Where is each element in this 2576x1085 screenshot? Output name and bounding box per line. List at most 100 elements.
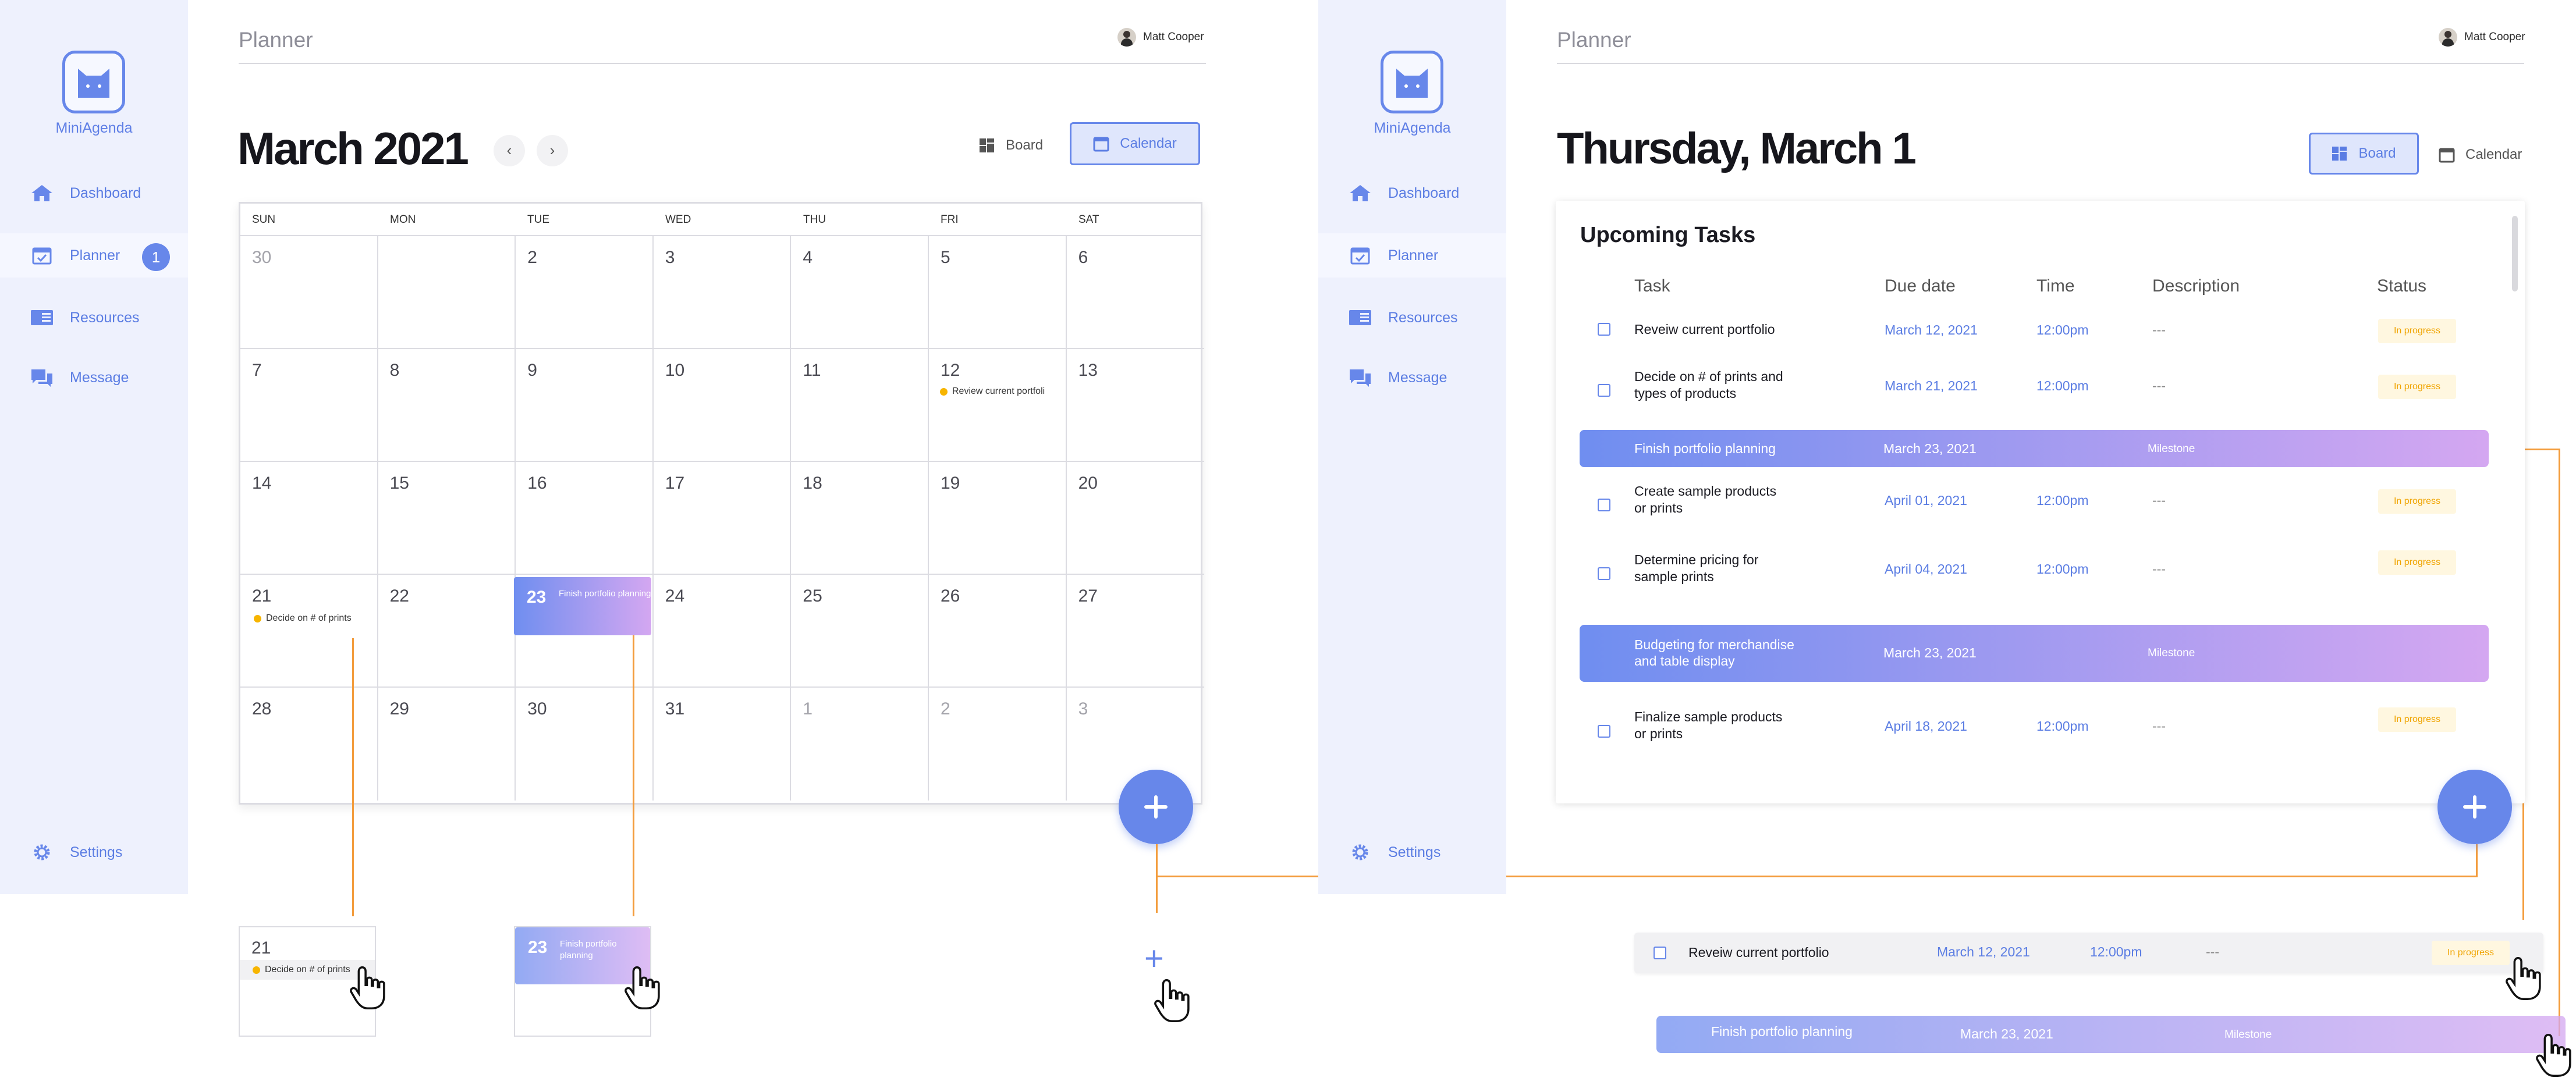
plus-icon[interactable]: + bbox=[1144, 939, 1164, 978]
status-badge: In progress bbox=[2378, 550, 2456, 575]
sidebar-item-dashboard[interactable]: Dashboard bbox=[0, 171, 188, 215]
gear-icon bbox=[34, 844, 50, 860]
calendar-milestone-23[interactable]: 23 Finish portfolio planning bbox=[514, 577, 651, 635]
sidebar-item-resources[interactable]: Resources bbox=[1318, 296, 1506, 340]
task-checkbox[interactable] bbox=[1598, 499, 1610, 511]
calendar-day-cell[interactable]: 29 bbox=[378, 688, 516, 801]
calendar-event-decide[interactable]: Decide on # of prints bbox=[254, 613, 352, 624]
sidebar-item-label: Resources bbox=[1388, 310, 1458, 326]
calendar-day-cell[interactable]: 27 bbox=[1066, 575, 1205, 688]
calendar-day-cell[interactable]: 5 bbox=[929, 236, 1067, 349]
weekday-sat: SAT bbox=[1078, 214, 1099, 226]
calendar-day-cell[interactable]: 18 bbox=[791, 462, 929, 575]
calendar-event-decide[interactable]: Decide on # of prints bbox=[253, 965, 350, 975]
cat-logo-icon[interactable] bbox=[62, 51, 125, 113]
connector-line bbox=[352, 638, 354, 916]
due-time: 12:00pm bbox=[2090, 944, 2142, 959]
calendar-day-cell[interactable]: 6 bbox=[1066, 236, 1205, 349]
prev-month-button[interactable]: ‹ bbox=[494, 135, 525, 166]
sidebar-item-settings[interactable]: Settings bbox=[0, 830, 188, 874]
day-number: 29 bbox=[389, 699, 409, 718]
calendar-day-cell[interactable]: 21 bbox=[240, 575, 378, 688]
connector-line bbox=[1156, 844, 1158, 913]
calendar-day-cell[interactable]: 28 bbox=[240, 688, 378, 801]
calendar-day-cell[interactable]: 16 bbox=[516, 462, 654, 575]
hover-milestone-row[interactable]: Finish portfolio planning March 23, 2021… bbox=[1656, 1016, 2566, 1053]
hover-task-row[interactable]: Reveiw current portfolio March 12, 2021 … bbox=[1634, 933, 2543, 973]
day-number: 23 bbox=[527, 588, 547, 607]
task-name: Finalize sample products or prints bbox=[1634, 709, 1783, 741]
user-menu[interactable]: Matt Cooper bbox=[2439, 28, 2525, 47]
milestone-row[interactable]: Budgeting for merchandise and table disp… bbox=[1580, 625, 2489, 682]
sidebar-item-dashboard[interactable]: Dashboard bbox=[1318, 171, 1506, 215]
book-icon bbox=[1349, 310, 1371, 325]
due-time: 12:00pm bbox=[2036, 493, 2089, 508]
due-date: April 01, 2021 bbox=[1885, 493, 1967, 508]
calendar-day-cell[interactable] bbox=[378, 236, 516, 349]
calendar-day-cell[interactable]: 20 bbox=[1066, 462, 1205, 575]
add-task-button[interactable] bbox=[2437, 770, 2512, 844]
calendar-day-cell[interactable]: 26 bbox=[929, 575, 1067, 688]
sidebar-item-label: Planner bbox=[70, 247, 120, 264]
calendar-day-cell[interactable]: 25 bbox=[791, 575, 929, 688]
board-view-button[interactable]: Board bbox=[979, 134, 1043, 157]
calendar-event-review[interactable]: Review current portfoli bbox=[940, 386, 1045, 397]
calendar-day-cell[interactable]: 31 bbox=[654, 688, 792, 801]
task-checkbox[interactable] bbox=[1598, 725, 1610, 738]
milestone-row[interactable]: Finish portfolio planning March 23, 2021… bbox=[1580, 430, 2489, 467]
sidebar-item-label: Message bbox=[70, 369, 129, 386]
day-number: 30 bbox=[252, 248, 272, 267]
calendar-day-cell[interactable]: 2 bbox=[929, 688, 1067, 801]
calendar-view-button[interactable]: Calendar bbox=[2439, 144, 2522, 165]
status-badge: In progress bbox=[2378, 375, 2456, 399]
calendar-day-cell[interactable]: 11 bbox=[791, 349, 929, 462]
calendar-day-cell[interactable]: 1 bbox=[791, 688, 929, 801]
board-label: Board bbox=[2358, 145, 2396, 161]
calendar-day-cell[interactable]: 8 bbox=[378, 349, 516, 462]
day-number: 23 bbox=[528, 938, 548, 957]
calendar-day-cell[interactable]: 14 bbox=[240, 462, 378, 575]
calendar-day-cell[interactable]: 30 bbox=[240, 236, 378, 349]
calendar-day-cell[interactable]: 24 bbox=[653, 575, 792, 688]
calendar-day-cell[interactable]: 2 bbox=[516, 236, 654, 349]
today-badge[interactable]: 1 bbox=[142, 243, 170, 271]
sidebar-item-message[interactable]: Message bbox=[1318, 355, 1506, 400]
calendar-day-cell[interactable]: 12 bbox=[929, 349, 1067, 462]
calendar-day-cell[interactable]: 9 bbox=[516, 349, 654, 462]
hand-cursor-icon bbox=[625, 966, 660, 1010]
calendar-day-cell[interactable]: 7 bbox=[240, 349, 378, 462]
task-checkbox[interactable] bbox=[1598, 567, 1610, 580]
next-month-button[interactable]: › bbox=[537, 135, 568, 166]
day-number: 15 bbox=[389, 474, 409, 493]
column-header-due: Due date bbox=[1885, 276, 1956, 296]
sidebar-item-message[interactable]: Message bbox=[0, 355, 188, 400]
add-task-button[interactable] bbox=[1119, 770, 1193, 844]
cat-logo-icon[interactable] bbox=[1381, 51, 1443, 113]
task-checkbox[interactable] bbox=[1598, 323, 1610, 336]
calendar-view-button[interactable]: Calendar bbox=[1070, 122, 1200, 165]
task-checkbox[interactable] bbox=[1654, 947, 1666, 959]
calendar-day-cell[interactable]: 4 bbox=[791, 236, 929, 349]
sidebar-item-planner[interactable]: Planner bbox=[1318, 233, 1506, 278]
user-menu[interactable]: Matt Cooper bbox=[1117, 28, 1204, 47]
hand-cursor-icon bbox=[2536, 1033, 2571, 1077]
calendar-day-cell[interactable]: 22 bbox=[378, 575, 516, 688]
calendar-day-cell[interactable]: 19 bbox=[929, 462, 1067, 575]
calendar-day-cell[interactable]: 10 bbox=[653, 349, 792, 462]
status-badge: In progress bbox=[2378, 319, 2456, 343]
calendar-day-cell[interactable]: 3 bbox=[653, 236, 792, 349]
sidebar-item-resources[interactable]: Resources bbox=[0, 296, 188, 340]
day-number: 14 bbox=[252, 474, 272, 493]
due-time: 12:00pm bbox=[2036, 378, 2089, 393]
task-checkbox[interactable] bbox=[1598, 384, 1610, 397]
weekday-wed: WED bbox=[665, 214, 691, 226]
board-view-button[interactable]: Board bbox=[2309, 133, 2419, 175]
calendar-grid: SUN MON TUE WED THU FRI SAT 30 2 3 4 5 6 7 8 9 10… bbox=[239, 202, 1205, 805]
calendar-day-cell[interactable]: 15 bbox=[378, 462, 516, 575]
day-number: 19 bbox=[941, 474, 960, 493]
sidebar-item-settings[interactable]: Settings bbox=[1318, 830, 1506, 874]
scrollbar[interactable] bbox=[2512, 216, 2518, 291]
calendar-day-cell[interactable]: 17 bbox=[653, 462, 792, 575]
calendar-day-cell[interactable]: 13 bbox=[1066, 349, 1205, 462]
board-icon bbox=[2332, 147, 2347, 161]
